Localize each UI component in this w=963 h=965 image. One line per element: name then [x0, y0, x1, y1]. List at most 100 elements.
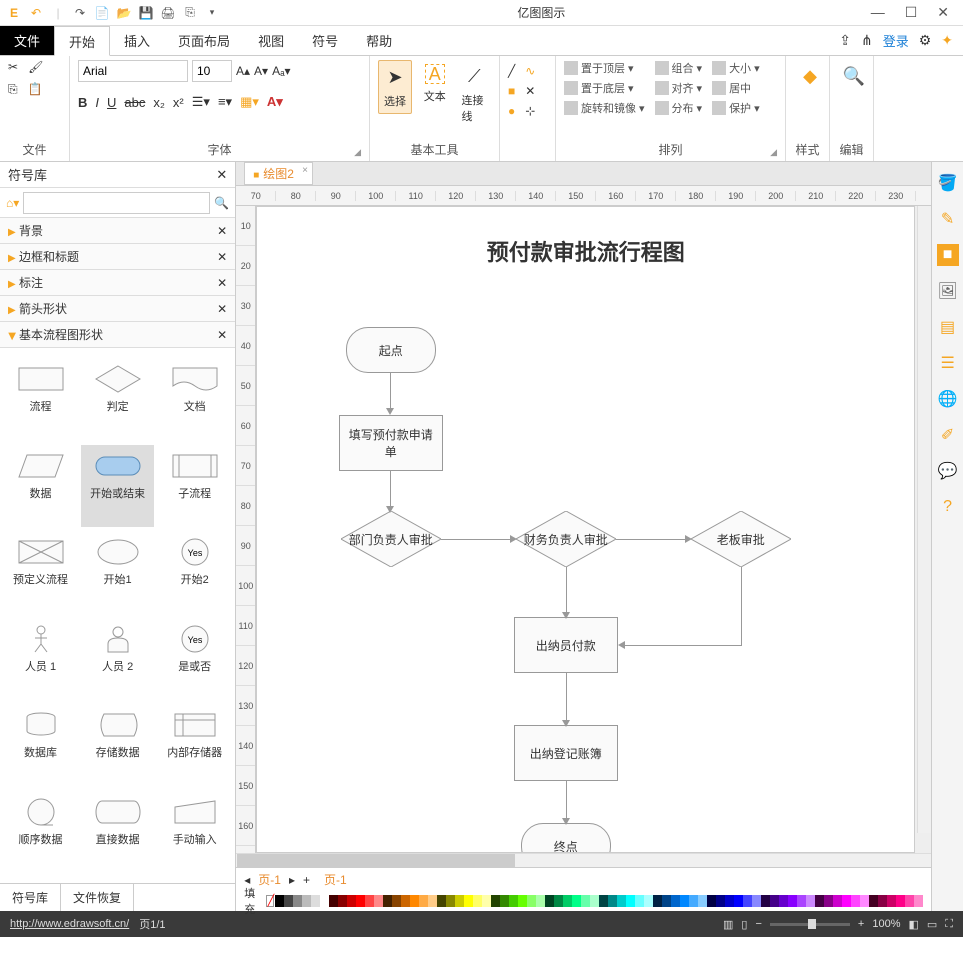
help-icon[interactable]: ? — [937, 496, 959, 518]
tab-help[interactable]: 帮助 — [352, 26, 406, 55]
shape-7[interactable]: 开始1 — [81, 531, 154, 614]
redo-icon[interactable]: ↷ — [72, 5, 88, 21]
scrollbar-vertical[interactable] — [917, 206, 931, 833]
node-end[interactable]: 终点 — [521, 823, 611, 853]
zoom-out-icon[interactable]: − — [755, 918, 761, 930]
color-swatch[interactable] — [464, 895, 473, 907]
color-swatch[interactable] — [329, 895, 338, 907]
shape-0[interactable]: 流程 — [4, 358, 77, 441]
subscript-button[interactable]: x₂ — [153, 95, 165, 110]
minimize-icon[interactable]: — — [871, 4, 885, 21]
color-swatch[interactable] — [419, 895, 428, 907]
doc-tab-1[interactable]: 绘图2× — [244, 162, 313, 185]
shape-1[interactable]: 判定 — [81, 358, 154, 441]
chat-icon[interactable]: 💬 — [937, 460, 959, 482]
color-swatch[interactable] — [383, 895, 392, 907]
status-url[interactable]: http://www.edrawsoft.cn/ — [10, 918, 129, 930]
globe-icon[interactable]: 🌐 — [937, 388, 959, 410]
color-swatch[interactable] — [545, 895, 554, 907]
page-nav-right[interactable]: ▸ — [289, 873, 295, 887]
maximize-icon[interactable]: ☐ — [905, 4, 918, 21]
close-icon[interactable]: ✕ — [937, 4, 949, 21]
shape-5[interactable]: 子流程 — [158, 445, 231, 528]
cat-arrow[interactable]: ▶ 箭头形状✕ — [0, 296, 235, 322]
color-swatch[interactable] — [302, 895, 311, 907]
color-swatch[interactable] — [842, 895, 851, 907]
shape-12[interactable]: 数据库 — [4, 704, 77, 787]
color-swatch[interactable] — [455, 895, 464, 907]
node-pay[interactable]: 出纳员付款 — [514, 617, 618, 673]
color-swatch[interactable] — [347, 895, 356, 907]
rotate-btn[interactable]: 旋转和镜像▾ — [564, 100, 645, 116]
tab-layout[interactable]: 页面布局 — [164, 26, 244, 55]
shape-14[interactable]: 内部存储器 — [158, 704, 231, 787]
share-icon[interactable]: ⇪ — [839, 32, 851, 49]
fit-icon-2[interactable]: ▭ — [927, 918, 937, 931]
color-swatch[interactable] — [617, 895, 626, 907]
save-icon[interactable]: 💾 — [138, 5, 154, 21]
shape-2[interactable]: 文档 — [158, 358, 231, 441]
open-icon[interactable]: 📂 — [116, 5, 132, 21]
login-link[interactable]: 登录 — [883, 31, 909, 50]
cat-border[interactable]: ▶ 边框和标题✕ — [0, 244, 235, 270]
color-swatch[interactable] — [698, 895, 707, 907]
cat-bg[interactable]: ▶ 背景✕ — [0, 218, 235, 244]
node-start[interactable]: 起点 — [346, 327, 436, 373]
launcher-icon[interactable]: ◢ — [770, 147, 777, 158]
color-swatch[interactable] — [446, 895, 455, 907]
color-swatch[interactable] — [356, 895, 365, 907]
node-boss[interactable]: 老板审批 — [691, 511, 791, 567]
zoom-slider[interactable] — [770, 923, 850, 926]
color-swatch[interactable] — [869, 895, 878, 907]
search-input[interactable] — [23, 192, 210, 214]
color-swatch[interactable] — [815, 895, 824, 907]
shape-16[interactable]: 直接数据 — [81, 791, 154, 874]
paint-bucket-icon[interactable]: 🪣 — [937, 172, 959, 194]
node-finance[interactable]: 财务负责人审批 — [516, 511, 616, 567]
font-size-input[interactable] — [192, 60, 232, 82]
list-icon[interactable]: ☰ — [937, 352, 959, 374]
grow-font-icon[interactable]: A▴ — [236, 64, 250, 78]
color-swatch[interactable] — [392, 895, 401, 907]
color-swatch[interactable] — [563, 895, 572, 907]
center-btn[interactable]: 居中 — [712, 80, 760, 96]
color-swatch[interactable] — [752, 895, 761, 907]
new-icon[interactable]: 📄 — [94, 5, 110, 21]
superscript-button[interactable]: x² — [173, 95, 184, 110]
scrollbar-horizontal[interactable] — [236, 853, 931, 867]
color-swatch[interactable] — [293, 895, 302, 907]
protect-btn[interactable]: 保护▾ — [712, 100, 760, 116]
numbering-icon[interactable]: ≡▾ — [218, 94, 232, 110]
distribute-btn[interactable]: 分布▾ — [655, 100, 703, 116]
shape-17[interactable]: 手动输入 — [158, 791, 231, 874]
color-swatch[interactable] — [599, 895, 608, 907]
crop-icon[interactable]: ⊹ — [525, 104, 535, 118]
color-swatch[interactable] — [860, 895, 869, 907]
style-tool[interactable]: ◆ — [794, 60, 826, 92]
launcher-icon[interactable]: ◢ — [354, 147, 361, 158]
shape-9[interactable]: 人员 1 — [4, 618, 77, 701]
send-back[interactable]: 置于底层▾ — [564, 80, 645, 96]
tab-start[interactable]: 开始 — [54, 26, 110, 56]
print-icon[interactable]: 🖨 — [160, 5, 176, 21]
color-swatch[interactable] — [572, 895, 581, 907]
cross-icon[interactable]: ✕ — [525, 84, 535, 98]
color-swatch[interactable] — [716, 895, 725, 907]
edit-tool[interactable]: 🔍 — [838, 60, 870, 92]
color-swatch[interactable] — [590, 895, 599, 907]
color-swatch[interactable] — [824, 895, 833, 907]
color-swatch[interactable] — [284, 895, 293, 907]
qat-more-icon[interactable]: ▾ — [204, 5, 220, 21]
home-icon[interactable]: ⌂▾ — [6, 196, 19, 210]
tab-insert[interactable]: 插入 — [110, 26, 164, 55]
color-swatch[interactable] — [878, 895, 887, 907]
pencil-icon[interactable]: ✎ — [937, 208, 959, 230]
color-swatch[interactable] — [734, 895, 743, 907]
bullets-icon[interactable]: ☰▾ — [192, 94, 210, 110]
color-swatch[interactable] — [707, 895, 716, 907]
color-swatch[interactable] — [743, 895, 752, 907]
undo-icon[interactable]: ↶ — [28, 5, 44, 21]
font-name-input[interactable] — [78, 60, 188, 82]
color-swatch[interactable] — [338, 895, 347, 907]
color-swatch[interactable] — [806, 895, 815, 907]
